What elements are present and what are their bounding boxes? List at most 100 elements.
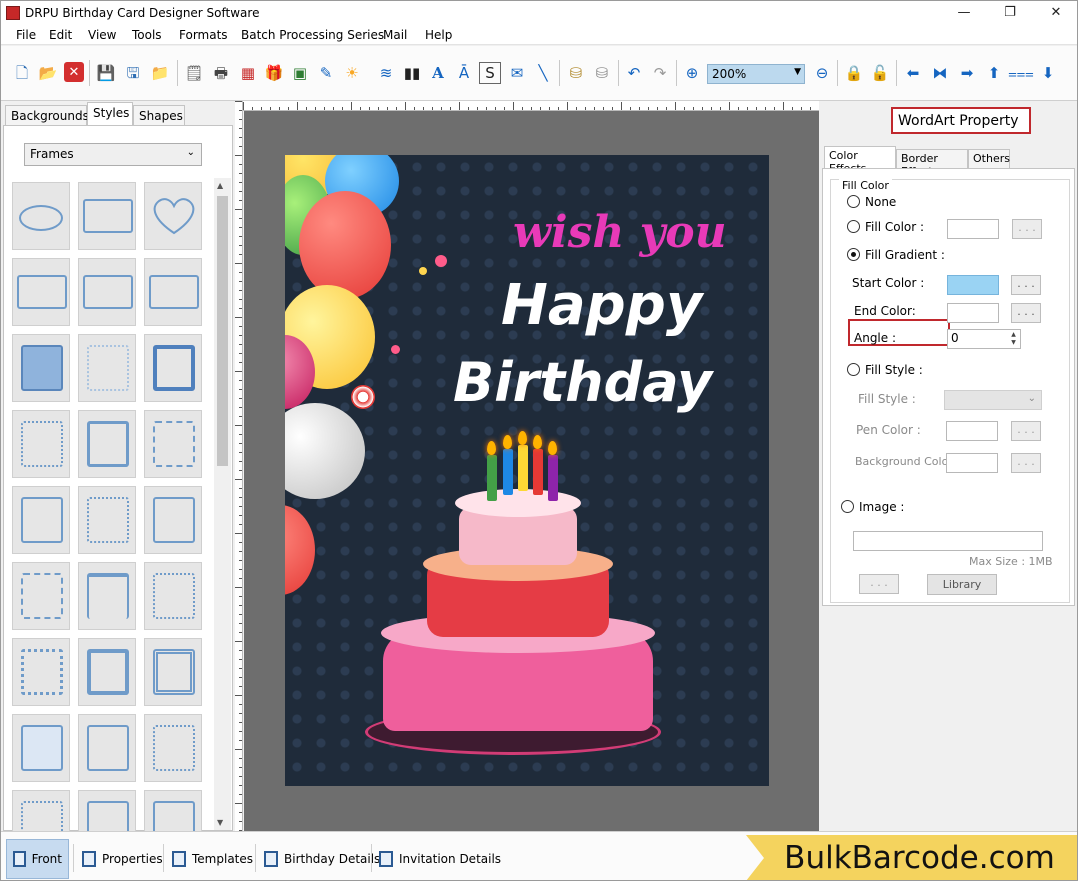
- frame-thumbnail[interactable]: [78, 182, 136, 250]
- frame-thumbnail[interactable]: [144, 410, 202, 478]
- radio-none[interactable]: [847, 195, 860, 208]
- tab-properties[interactable]: Properties: [76, 839, 169, 879]
- export-icon[interactable]: 📁: [149, 62, 171, 84]
- print-multiple-icon[interactable]: ▦: [237, 62, 259, 84]
- scroll-down-icon[interactable]: ▼: [217, 818, 223, 827]
- scrollbar-thumb[interactable]: [217, 196, 228, 466]
- tab-front[interactable]: Front: [6, 839, 69, 879]
- frame-thumbnail[interactable]: [12, 410, 70, 478]
- save-as-icon[interactable]: 🖫: [122, 62, 144, 84]
- birthday-card[interactable]: wish you Happy Birthday: [285, 155, 769, 786]
- close-file-icon[interactable]: ✕: [64, 62, 84, 82]
- image-icon[interactable]: ▣: [289, 62, 311, 84]
- zoom-in-icon[interactable]: ⊕: [681, 62, 703, 84]
- print-icon[interactable]: 🖶: [210, 62, 232, 84]
- card-text-birthday[interactable]: Birthday: [453, 351, 712, 414]
- mail-icon[interactable]: ✉: [506, 62, 528, 84]
- frame-thumbnail[interactable]: [78, 334, 136, 402]
- radio-image[interactable]: [841, 500, 854, 513]
- text-frame-icon[interactable]: Ā: [453, 62, 475, 84]
- start-color-browse-button[interactable]: . . .: [1011, 275, 1041, 295]
- frame-thumbnail[interactable]: [78, 714, 136, 782]
- frame-thumbnail[interactable]: [78, 562, 136, 630]
- arrow-right-icon[interactable]: ➡: [956, 62, 978, 84]
- pen-color-swatch[interactable]: [946, 421, 998, 441]
- gift-icon[interactable]: 🎁: [263, 62, 285, 84]
- frame-thumbnail[interactable]: [12, 790, 70, 832]
- card-text-wish-you[interactable]: wish you: [513, 207, 727, 258]
- start-color-swatch[interactable]: [947, 275, 999, 295]
- frame-thumbnail[interactable]: [144, 638, 202, 706]
- save-icon[interactable]: 💾: [95, 62, 117, 84]
- menu-formats[interactable]: Formats: [179, 28, 228, 42]
- fill-style-select[interactable]: ⌄: [944, 390, 1042, 410]
- background-color-browse-button[interactable]: . . .: [1011, 453, 1041, 473]
- menu-batch-processing[interactable]: Batch Processing Series: [241, 28, 384, 42]
- signature-icon[interactable]: S: [479, 62, 501, 84]
- frame-thumbnail[interactable]: [144, 714, 202, 782]
- menu-mail[interactable]: Mail: [383, 28, 407, 42]
- arrow-up-icon[interactable]: ⬆: [983, 62, 1005, 84]
- database-icon[interactable]: ⛁: [565, 62, 587, 84]
- frame-thumbnail[interactable]: [12, 714, 70, 782]
- design-canvas[interactable]: wish you Happy Birthday: [244, 111, 819, 831]
- close-button[interactable]: ✕: [1033, 1, 1077, 25]
- menu-edit[interactable]: Edit: [49, 28, 72, 42]
- radio-fill-gradient[interactable]: [847, 248, 860, 261]
- fill-color-browse-button[interactable]: . . .: [1012, 219, 1042, 239]
- frame-thumbnail[interactable]: [78, 790, 136, 832]
- minimize-button[interactable]: —: [941, 1, 987, 25]
- frame-thumbnail[interactable]: [144, 486, 202, 554]
- database-edit-icon[interactable]: ⛁: [591, 62, 613, 84]
- open-icon[interactable]: 📂: [37, 62, 59, 84]
- picture-icon[interactable]: ☀: [341, 62, 363, 84]
- arrow-left-icon[interactable]: ⬅: [902, 62, 924, 84]
- frame-thumbnail[interactable]: [12, 258, 70, 326]
- frame-thumbnail[interactable]: [144, 790, 202, 832]
- radio-fill-style[interactable]: [847, 363, 860, 376]
- menu-help[interactable]: Help: [425, 28, 452, 42]
- radio-fill-color[interactable]: [847, 220, 860, 233]
- barcode-icon[interactable]: ▮▮: [401, 62, 423, 84]
- background-color-swatch[interactable]: [946, 453, 998, 473]
- frame-thumbnail[interactable]: [144, 334, 202, 402]
- text-icon[interactable]: A: [427, 62, 449, 84]
- frame-thumbnail[interactable]: [144, 562, 202, 630]
- tab-backgrounds[interactable]: Backgrounds: [5, 105, 89, 126]
- image-browse-button[interactable]: . . .: [859, 574, 899, 594]
- align-icon[interactable]: ⩶: [1008, 62, 1034, 84]
- zoom-out-icon[interactable]: ⊖: [811, 62, 833, 84]
- tab-shapes[interactable]: Shapes: [133, 105, 185, 126]
- spin-arrows-icon[interactable]: ▲ ▼: [1008, 331, 1019, 347]
- tab-styles[interactable]: Styles: [87, 102, 133, 126]
- menu-view[interactable]: View: [88, 28, 116, 42]
- end-color-swatch[interactable]: [947, 303, 999, 323]
- style-category-select[interactable]: Frames ⌄: [24, 143, 202, 166]
- menu-tools[interactable]: Tools: [132, 28, 162, 42]
- arrow-down-icon[interactable]: ⬇: [1037, 62, 1059, 84]
- end-color-browse-button[interactable]: . . .: [1011, 303, 1041, 323]
- angle-stepper[interactable]: 0 ▲ ▼: [947, 329, 1021, 349]
- fill-color-swatch[interactable]: [947, 219, 999, 239]
- frame-thumbnail[interactable]: [78, 410, 136, 478]
- library-button[interactable]: Library: [927, 574, 997, 595]
- frame-thumbnail[interactable]: [12, 562, 70, 630]
- image-edit-icon[interactable]: ≋: [375, 62, 397, 84]
- redo-icon[interactable]: ↷: [649, 62, 671, 84]
- frame-thumbnail[interactable]: [144, 182, 202, 250]
- frame-thumbnail[interactable]: [78, 486, 136, 554]
- card-text-happy[interactable]: Happy: [501, 273, 702, 338]
- properties-icon[interactable]: 🗒: [183, 62, 205, 84]
- frame-thumbnail[interactable]: [12, 486, 70, 554]
- line-icon[interactable]: ╲: [532, 62, 554, 84]
- frame-thumbnail[interactable]: [144, 258, 202, 326]
- tab-birthday-details[interactable]: Birthday Details: [258, 839, 386, 879]
- tab-invitation-details[interactable]: Invitation Details: [373, 839, 507, 879]
- tab-others[interactable]: Others: [968, 149, 1010, 169]
- tab-color-effects[interactable]: Color Effects: [824, 146, 896, 175]
- pen-color-browse-button[interactable]: . . .: [1011, 421, 1041, 441]
- unlock-icon[interactable]: 🔓: [869, 62, 891, 84]
- tab-templates[interactable]: Templates: [166, 839, 259, 879]
- undo-icon[interactable]: ↶: [623, 62, 645, 84]
- flip-icon[interactable]: ⧓: [929, 62, 951, 84]
